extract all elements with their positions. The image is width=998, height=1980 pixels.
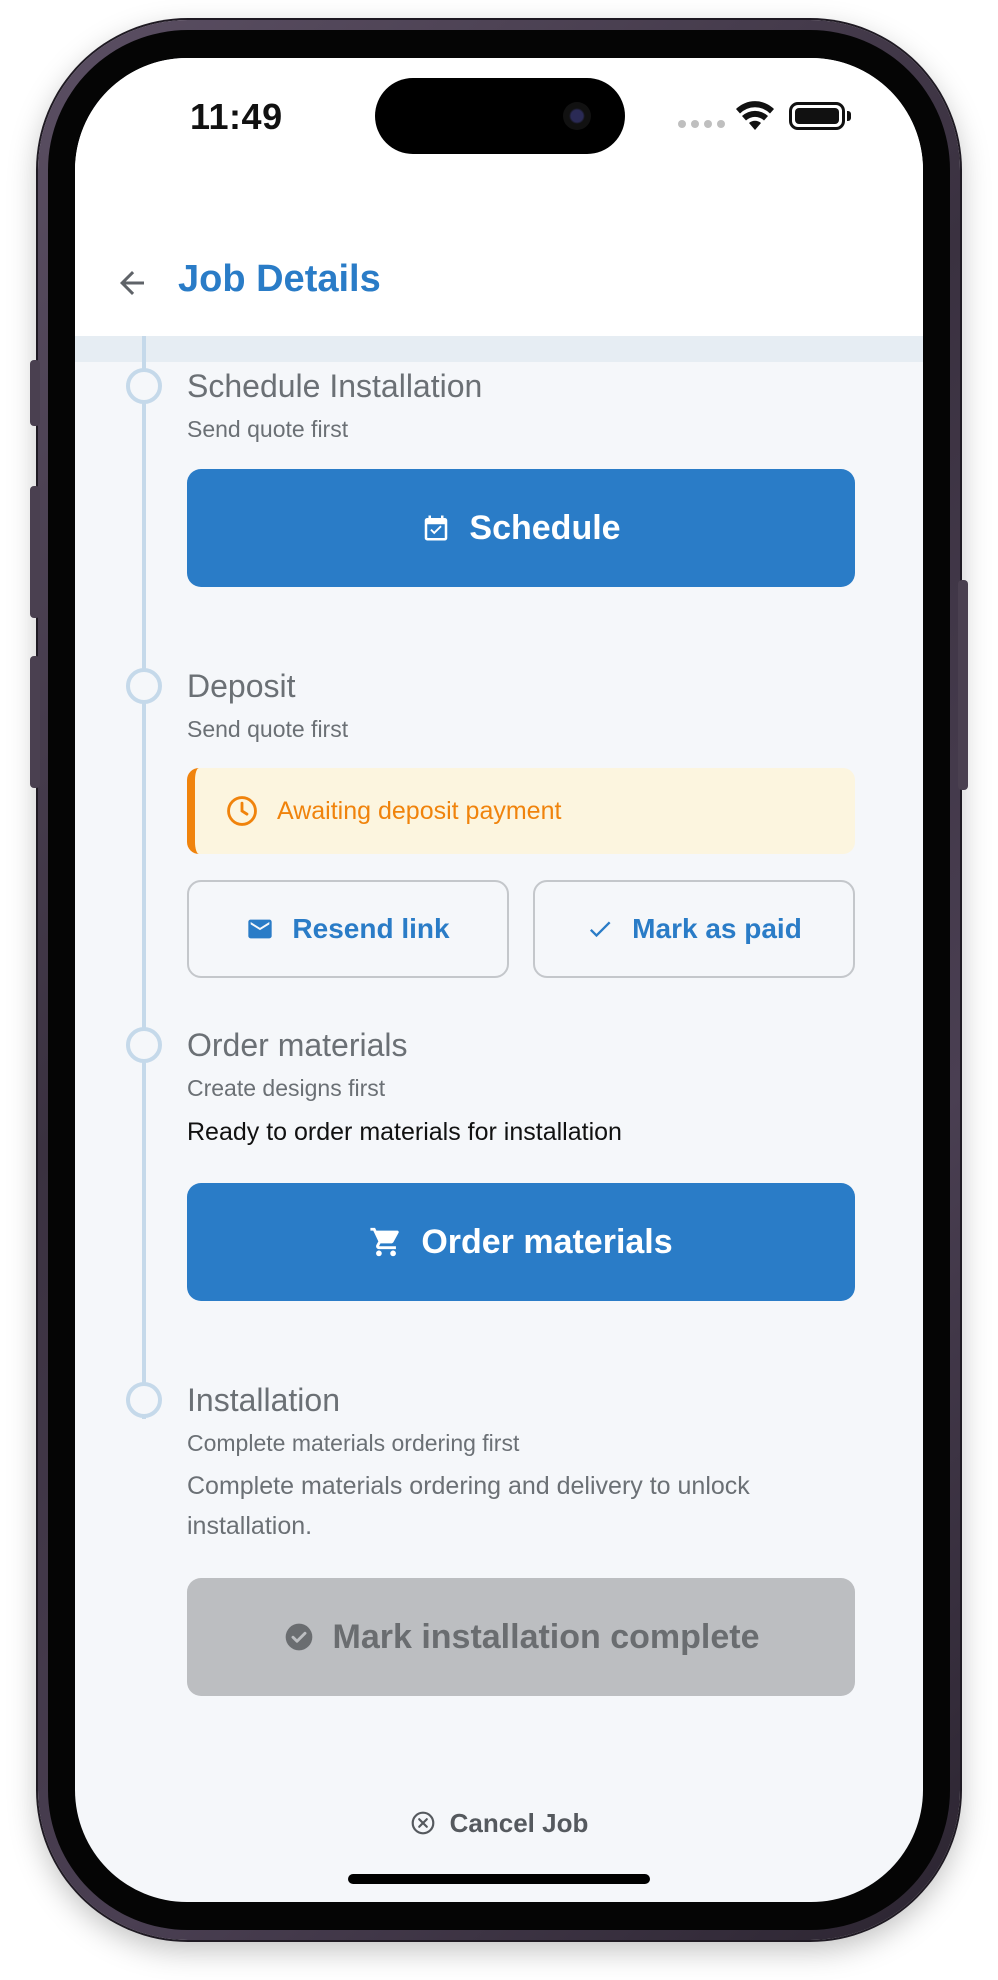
screen: 11:49 Job Details Schedule Installation … [75,58,923,1902]
schedule-button-label: Schedule [469,508,621,547]
step-subtitle: Send quote first [187,716,349,742]
installation-description: Complete materials ordering and delivery… [187,1472,750,1540]
timeline-line [142,336,146,1419]
timeline-dot [126,368,162,404]
home-indicator[interactable] [348,1874,650,1884]
mark-installation-complete-button[interactable]: Mark installation complete [187,1578,855,1696]
step-subtitle: Complete materials ordering first [187,1430,520,1456]
mark-installation-complete-label: Mark installation complete [332,1617,760,1656]
timeline-dot [126,1027,162,1063]
dynamic-island [375,78,625,154]
status-bar: 11:49 [75,58,923,208]
order-materials-button[interactable]: Order materials [187,1183,855,1301]
status-time: 11:49 [190,96,283,137]
battery-icon [789,102,845,130]
step-subtitle: Create designs first [187,1075,386,1101]
page-title: Job Details [178,258,381,300]
arrow-left-icon [120,271,144,295]
back-button[interactable] [107,258,157,308]
calendar-check-icon [425,515,448,541]
check-icon [590,921,611,938]
resend-link-button[interactable]: Resend link [187,880,509,978]
timeline-dot [126,668,162,704]
header-divider [75,336,923,362]
step-title-order-materials: Order materials [187,1027,408,1063]
volume-down-button [30,656,40,788]
camera-icon [563,102,591,130]
timeline-dot [126,1382,162,1418]
cancel-job-button[interactable]: Cancel Job [75,1798,923,1848]
clock-icon [227,796,257,826]
mark-as-paid-label: Mark as paid [632,913,802,944]
step-title-schedule-installation: Schedule Installation [187,368,483,404]
check-circle-icon [285,1623,312,1651]
step-title-deposit: Deposit [187,668,296,704]
deposit-status-alert: Awaiting deposit payment [187,768,855,854]
schedule-button[interactable]: Schedule [187,469,855,587]
cellular-signal-icon [678,120,725,128]
close-circle-icon [411,1811,435,1835]
mark-as-paid-button[interactable]: Mark as paid [533,880,855,978]
action-button [30,360,40,426]
app-header: Job Details [75,208,923,336]
volume-up-button [30,486,40,618]
mail-icon [248,919,273,939]
power-button [958,580,968,790]
wifi-icon [736,101,774,130]
order-materials-label: Order materials [421,1222,673,1261]
resend-link-label: Resend link [292,913,450,944]
step-subtitle: Send quote first [187,416,349,442]
cart-icon [370,1227,400,1257]
order-materials-description: Ready to order materials for installatio… [187,1118,622,1146]
cancel-job-label: Cancel Job [449,1807,589,1838]
step-title-installation: Installation [187,1382,340,1418]
alert-text: Awaiting deposit payment [277,796,562,825]
